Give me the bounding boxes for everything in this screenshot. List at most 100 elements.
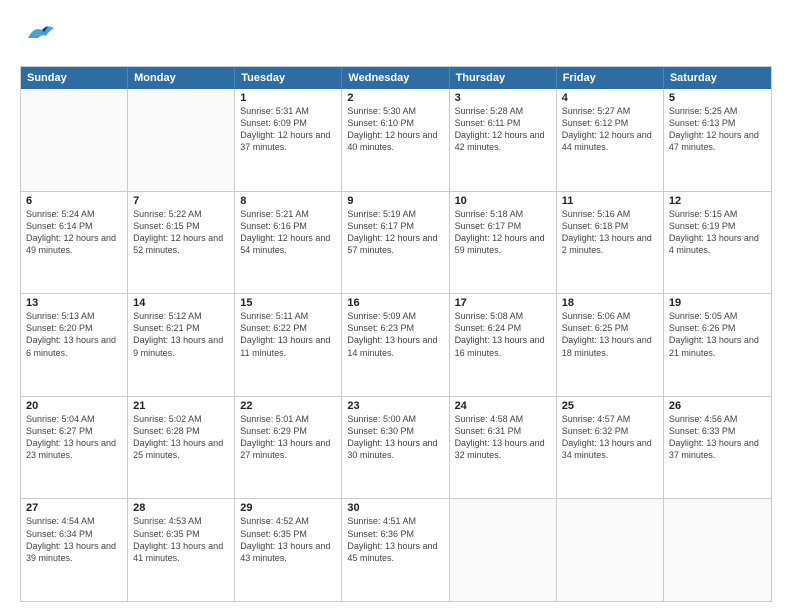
empty-cell-4-5 [557,499,664,601]
day-cell-23: 23Sunrise: 5:00 AM Sunset: 6:30 PM Dayli… [342,397,449,499]
day-number: 12 [669,195,766,207]
day-number: 26 [669,400,766,412]
day-info: Sunrise: 5:16 AM Sunset: 6:18 PM Dayligh… [562,208,658,257]
day-number: 15 [240,297,336,309]
day-info: Sunrise: 5:24 AM Sunset: 6:14 PM Dayligh… [26,208,122,257]
day-info: Sunrise: 4:57 AM Sunset: 6:32 PM Dayligh… [562,413,658,462]
day-cell-13: 13Sunrise: 5:13 AM Sunset: 6:20 PM Dayli… [21,294,128,396]
day-number: 11 [562,195,658,207]
day-info: Sunrise: 5:12 AM Sunset: 6:21 PM Dayligh… [133,310,229,359]
day-info: Sunrise: 5:04 AM Sunset: 6:27 PM Dayligh… [26,413,122,462]
day-cell-11: 11Sunrise: 5:16 AM Sunset: 6:18 PM Dayli… [557,192,664,294]
calendar-row-4: 20Sunrise: 5:04 AM Sunset: 6:27 PM Dayli… [21,397,771,500]
day-number: 5 [669,92,766,104]
day-info: Sunrise: 5:21 AM Sunset: 6:16 PM Dayligh… [240,208,336,257]
day-cell-3: 3Sunrise: 5:28 AM Sunset: 6:11 PM Daylig… [450,89,557,191]
day-cell-7: 7Sunrise: 5:22 AM Sunset: 6:15 PM Daylig… [128,192,235,294]
day-info: Sunrise: 5:01 AM Sunset: 6:29 PM Dayligh… [240,413,336,462]
day-info: Sunrise: 5:00 AM Sunset: 6:30 PM Dayligh… [347,413,443,462]
day-number: 21 [133,400,229,412]
day-number: 1 [240,92,336,104]
day-info: Sunrise: 5:19 AM Sunset: 6:17 PM Dayligh… [347,208,443,257]
page: SundayMondayTuesdayWednesdayThursdayFrid… [0,0,792,612]
day-number: 23 [347,400,443,412]
day-number: 18 [562,297,658,309]
day-info: Sunrise: 5:18 AM Sunset: 6:17 PM Dayligh… [455,208,551,257]
day-number: 7 [133,195,229,207]
day-number: 28 [133,502,229,514]
day-info: Sunrise: 5:13 AM Sunset: 6:20 PM Dayligh… [26,310,122,359]
day-number: 16 [347,297,443,309]
day-cell-4: 4Sunrise: 5:27 AM Sunset: 6:12 PM Daylig… [557,89,664,191]
day-number: 4 [562,92,658,104]
day-info: Sunrise: 4:52 AM Sunset: 6:35 PM Dayligh… [240,515,336,564]
day-number: 3 [455,92,551,104]
day-info: Sunrise: 4:54 AM Sunset: 6:34 PM Dayligh… [26,515,122,564]
calendar-body: 1Sunrise: 5:31 AM Sunset: 6:09 PM Daylig… [21,89,771,601]
day-number: 20 [26,400,122,412]
day-info: Sunrise: 4:56 AM Sunset: 6:33 PM Dayligh… [669,413,766,462]
day-info: Sunrise: 5:31 AM Sunset: 6:09 PM Dayligh… [240,105,336,154]
day-cell-2: 2Sunrise: 5:30 AM Sunset: 6:10 PM Daylig… [342,89,449,191]
day-number: 24 [455,400,551,412]
day-info: Sunrise: 4:51 AM Sunset: 6:36 PM Dayligh… [347,515,443,564]
calendar-row-2: 6Sunrise: 5:24 AM Sunset: 6:14 PM Daylig… [21,192,771,295]
day-cell-22: 22Sunrise: 5:01 AM Sunset: 6:29 PM Dayli… [235,397,342,499]
day-number: 17 [455,297,551,309]
day-header-saturday: Saturday [664,67,771,89]
day-cell-28: 28Sunrise: 4:53 AM Sunset: 6:35 PM Dayli… [128,499,235,601]
day-cell-15: 15Sunrise: 5:11 AM Sunset: 6:22 PM Dayli… [235,294,342,396]
day-number: 29 [240,502,336,514]
day-cell-24: 24Sunrise: 4:58 AM Sunset: 6:31 PM Dayli… [450,397,557,499]
logo-icon [20,18,58,56]
day-number: 14 [133,297,229,309]
day-info: Sunrise: 5:06 AM Sunset: 6:25 PM Dayligh… [562,310,658,359]
day-info: Sunrise: 5:22 AM Sunset: 6:15 PM Dayligh… [133,208,229,257]
day-info: Sunrise: 4:58 AM Sunset: 6:31 PM Dayligh… [455,413,551,462]
calendar-row-5: 27Sunrise: 4:54 AM Sunset: 6:34 PM Dayli… [21,499,771,601]
day-header-thursday: Thursday [450,67,557,89]
day-info: Sunrise: 5:05 AM Sunset: 6:26 PM Dayligh… [669,310,766,359]
day-info: Sunrise: 5:08 AM Sunset: 6:24 PM Dayligh… [455,310,551,359]
day-cell-12: 12Sunrise: 5:15 AM Sunset: 6:19 PM Dayli… [664,192,771,294]
day-number: 30 [347,502,443,514]
day-number: 22 [240,400,336,412]
day-number: 8 [240,195,336,207]
day-header-monday: Monday [128,67,235,89]
day-number: 19 [669,297,766,309]
day-info: Sunrise: 5:02 AM Sunset: 6:28 PM Dayligh… [133,413,229,462]
day-info: Sunrise: 4:53 AM Sunset: 6:35 PM Dayligh… [133,515,229,564]
day-cell-26: 26Sunrise: 4:56 AM Sunset: 6:33 PM Dayli… [664,397,771,499]
day-cell-29: 29Sunrise: 4:52 AM Sunset: 6:35 PM Dayli… [235,499,342,601]
day-cell-8: 8Sunrise: 5:21 AM Sunset: 6:16 PM Daylig… [235,192,342,294]
day-cell-21: 21Sunrise: 5:02 AM Sunset: 6:28 PM Dayli… [128,397,235,499]
day-cell-19: 19Sunrise: 5:05 AM Sunset: 6:26 PM Dayli… [664,294,771,396]
calendar-row-1: 1Sunrise: 5:31 AM Sunset: 6:09 PM Daylig… [21,89,771,192]
day-header-wednesday: Wednesday [342,67,449,89]
day-cell-17: 17Sunrise: 5:08 AM Sunset: 6:24 PM Dayli… [450,294,557,396]
day-cell-20: 20Sunrise: 5:04 AM Sunset: 6:27 PM Dayli… [21,397,128,499]
day-info: Sunrise: 5:30 AM Sunset: 6:10 PM Dayligh… [347,105,443,154]
day-number: 25 [562,400,658,412]
calendar: SundayMondayTuesdayWednesdayThursdayFrid… [20,66,772,602]
day-info: Sunrise: 5:15 AM Sunset: 6:19 PM Dayligh… [669,208,766,257]
day-info: Sunrise: 5:25 AM Sunset: 6:13 PM Dayligh… [669,105,766,154]
day-number: 6 [26,195,122,207]
day-header-sunday: Sunday [21,67,128,89]
day-number: 13 [26,297,122,309]
day-info: Sunrise: 5:27 AM Sunset: 6:12 PM Dayligh… [562,105,658,154]
day-cell-1: 1Sunrise: 5:31 AM Sunset: 6:09 PM Daylig… [235,89,342,191]
day-number: 27 [26,502,122,514]
calendar-header: SundayMondayTuesdayWednesdayThursdayFrid… [21,67,771,89]
day-cell-14: 14Sunrise: 5:12 AM Sunset: 6:21 PM Dayli… [128,294,235,396]
day-cell-6: 6Sunrise: 5:24 AM Sunset: 6:14 PM Daylig… [21,192,128,294]
day-info: Sunrise: 5:11 AM Sunset: 6:22 PM Dayligh… [240,310,336,359]
day-info: Sunrise: 5:09 AM Sunset: 6:23 PM Dayligh… [347,310,443,359]
day-number: 2 [347,92,443,104]
empty-cell-0-1 [128,89,235,191]
header [20,18,772,56]
empty-cell-0-0 [21,89,128,191]
empty-cell-4-6 [664,499,771,601]
day-cell-16: 16Sunrise: 5:09 AM Sunset: 6:23 PM Dayli… [342,294,449,396]
day-cell-10: 10Sunrise: 5:18 AM Sunset: 6:17 PM Dayli… [450,192,557,294]
